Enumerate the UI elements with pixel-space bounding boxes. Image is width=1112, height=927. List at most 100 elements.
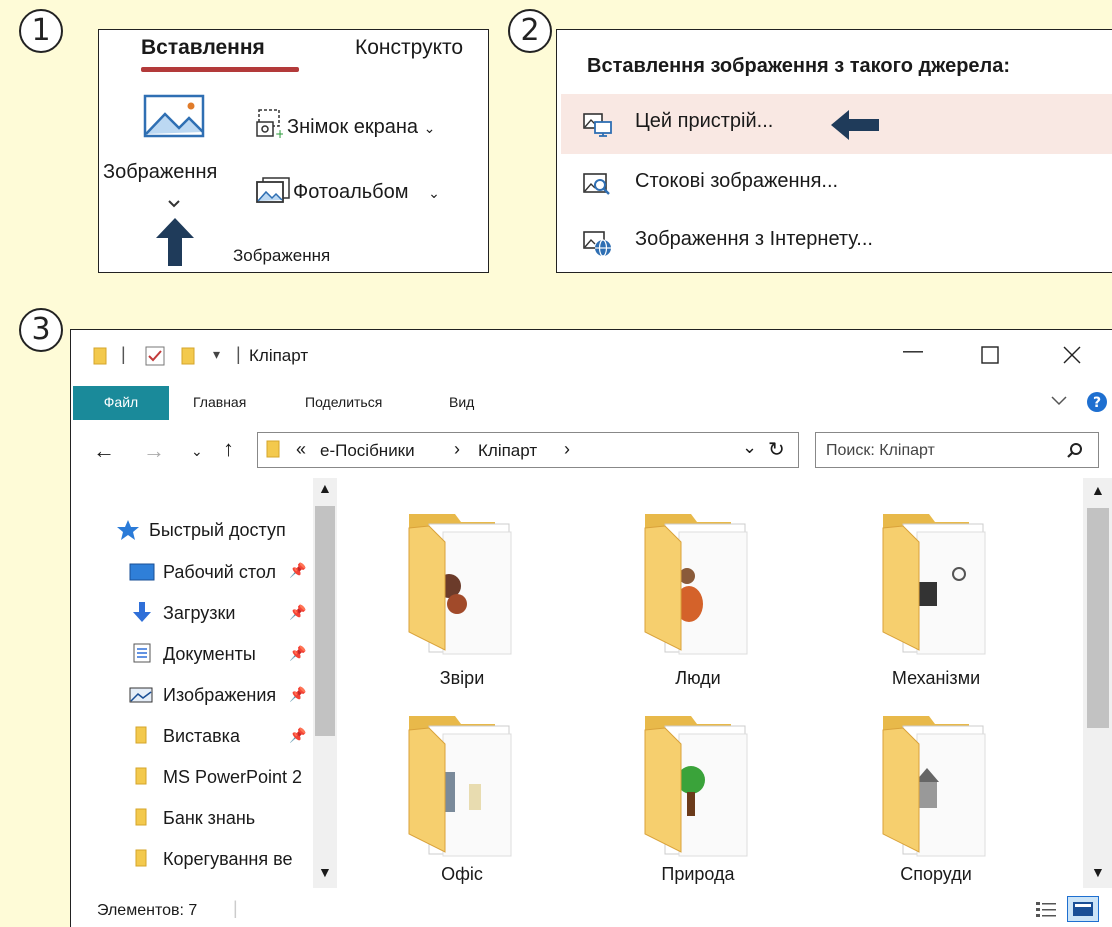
folder-item[interactable]: Люди	[633, 512, 763, 702]
insert-picture-source-menu: Вставлення зображення з такого джерела: …	[556, 29, 1112, 273]
folder-item[interactable]: Споруди	[871, 714, 1001, 894]
step-badge-2: 2	[508, 9, 552, 53]
menu-item-stock-images[interactable]: Стокові зображення...	[561, 154, 1112, 214]
nav-item-pictures[interactable]: Изображения	[163, 685, 276, 706]
step-badge-3: 3	[19, 308, 63, 352]
address-history-dropdown[interactable]: ⌄	[742, 437, 757, 458]
nav-item-documents[interactable]: Документы	[163, 644, 256, 665]
online-pictures-icon	[583, 231, 611, 257]
screenshot-button[interactable]: Знімок екрана ⌄	[287, 116, 435, 139]
chevron-down-icon[interactable]	[168, 200, 180, 208]
nav-item-quick-access[interactable]: Быстрый доступ	[149, 520, 286, 541]
refresh-button[interactable]: ↻	[768, 437, 785, 462]
folder-item[interactable]: Офіс	[397, 714, 527, 894]
breadcrumb-separator[interactable]: ›	[454, 439, 460, 460]
buildings-clipart-icon	[882, 716, 986, 857]
forward-button[interactable]: →	[143, 438, 165, 464]
breadcrumb-separator[interactable]: ›	[564, 439, 570, 460]
pictures-icon[interactable]	[143, 94, 207, 138]
separator: |	[236, 344, 241, 364]
menu-item-this-device[interactable]: Цей пристрій...	[561, 94, 1112, 154]
tab-share[interactable]: Поделиться	[305, 394, 382, 410]
nav-pane-scroll-thumb[interactable]	[315, 506, 335, 736]
search-box[interactable]: Поиск: Кліпарт	[815, 432, 1099, 468]
maximize-button[interactable]	[981, 346, 999, 364]
folder-label: Механізми	[891, 668, 981, 688]
star-icon	[117, 520, 139, 540]
nature-clipart-icon	[644, 716, 748, 857]
breadcrumb-overflow[interactable]: «	[296, 439, 306, 460]
group-label: Зображення	[233, 246, 331, 265]
properties-icon[interactable]	[145, 346, 165, 366]
chevron-down-icon[interactable]: ⌄	[424, 120, 436, 136]
machines-clipart-icon	[882, 514, 986, 655]
menu-item-label: Зображення з Інтернету...	[635, 228, 873, 250]
nav-item-folder[interactable]: Банк знань	[163, 808, 255, 829]
content-scroll-thumb[interactable]	[1087, 508, 1109, 728]
folder-icon	[135, 849, 147, 867]
breadcrumb-item[interactable]: Кліпарт	[478, 441, 537, 461]
close-button[interactable]	[1063, 346, 1081, 364]
animals-clipart-icon	[408, 514, 512, 655]
breadcrumb-item[interactable]: e-Посібники	[320, 441, 415, 461]
tab-insert[interactable]: Вставлення	[141, 36, 265, 60]
active-tab-indicator	[141, 67, 299, 72]
nav-item-downloads[interactable]: Загрузки	[163, 603, 235, 624]
search-input[interactable]: Поиск: Кліпарт	[826, 442, 935, 460]
large-icons-view-icon[interactable]	[1067, 896, 1099, 922]
menu-item-online-pictures[interactable]: Зображення з Інтернету...	[561, 212, 1112, 272]
new-folder-icon[interactable]	[181, 347, 195, 365]
back-button[interactable]: ←	[93, 438, 115, 464]
folder-item[interactable]: Механізми	[871, 512, 1001, 702]
pin-icon[interactable]: 📌	[289, 727, 306, 744]
folder-item[interactable]: Природа	[633, 714, 763, 894]
svg-text:+: +	[275, 127, 283, 140]
address-bar[interactable]: « e-Посібники › Кліпарт › ⌄ ↻	[257, 432, 799, 468]
tab-design[interactable]: Конструкто	[355, 36, 463, 60]
help-icon[interactable]: ?	[1087, 392, 1107, 412]
tab-home[interactable]: Главная	[193, 394, 246, 410]
pictures-icon	[129, 687, 153, 703]
chevron-down-icon[interactable]: ⌄	[428, 185, 440, 201]
tab-file[interactable]: Файл	[73, 386, 169, 420]
office-clipart-icon	[408, 716, 512, 857]
scroll-up-arrow[interactable]: ▲	[318, 480, 332, 496]
this-device-icon	[583, 113, 612, 137]
screenshot-icon[interactable]: +	[255, 108, 283, 140]
photo-album-icon[interactable]	[255, 176, 291, 204]
folder-label: Споруди	[900, 864, 972, 884]
folder-icon	[135, 767, 147, 785]
folder-label: Офіс	[441, 864, 483, 884]
screenshot-label: Знімок екрана	[287, 116, 419, 138]
expand-ribbon-icon[interactable]	[1051, 396, 1067, 406]
folder-label: Люди	[675, 668, 721, 688]
search-icon[interactable]	[1066, 442, 1084, 460]
scroll-down-arrow[interactable]: ▼	[1091, 864, 1105, 880]
tab-view[interactable]: Вид	[449, 394, 474, 410]
pin-icon[interactable]: 📌	[289, 686, 306, 703]
nav-item-desktop[interactable]: Рабочий стол	[163, 562, 276, 583]
folder-item[interactable]: Звіри	[397, 512, 527, 702]
pictures-button-label[interactable]: Зображення	[103, 161, 217, 184]
stock-images-icon	[583, 173, 610, 195]
pin-icon[interactable]: 📌	[289, 562, 306, 579]
photo-album-label: Фотоальбом	[293, 181, 409, 203]
folder-label: Звіри	[439, 668, 485, 688]
quick-access-toolbar-dropdown[interactable]: ▾	[213, 346, 220, 363]
people-clipart-icon	[644, 514, 748, 655]
up-button[interactable]: ↑	[223, 436, 234, 462]
recent-locations-button[interactable]: ⌄	[191, 443, 203, 460]
nav-item-folder[interactable]: Корегування ве	[163, 849, 292, 870]
folder-icon	[135, 808, 147, 826]
nav-item-folder[interactable]: MS PowerPoint 2	[163, 767, 302, 788]
scroll-up-arrow[interactable]: ▲	[1091, 482, 1105, 498]
nav-item-folder[interactable]: Виставка	[163, 726, 240, 747]
pin-icon[interactable]: 📌	[289, 645, 306, 662]
photo-album-button[interactable]: Фотоальбом ⌄	[293, 181, 440, 204]
details-view-icon[interactable]	[1035, 900, 1057, 918]
pin-icon[interactable]: 📌	[289, 604, 306, 621]
status-item-count: Элементов: 7	[97, 902, 198, 919]
folder-icon	[93, 347, 107, 365]
scroll-down-arrow[interactable]: ▼	[318, 864, 332, 880]
minimize-button[interactable]: —	[903, 340, 923, 363]
